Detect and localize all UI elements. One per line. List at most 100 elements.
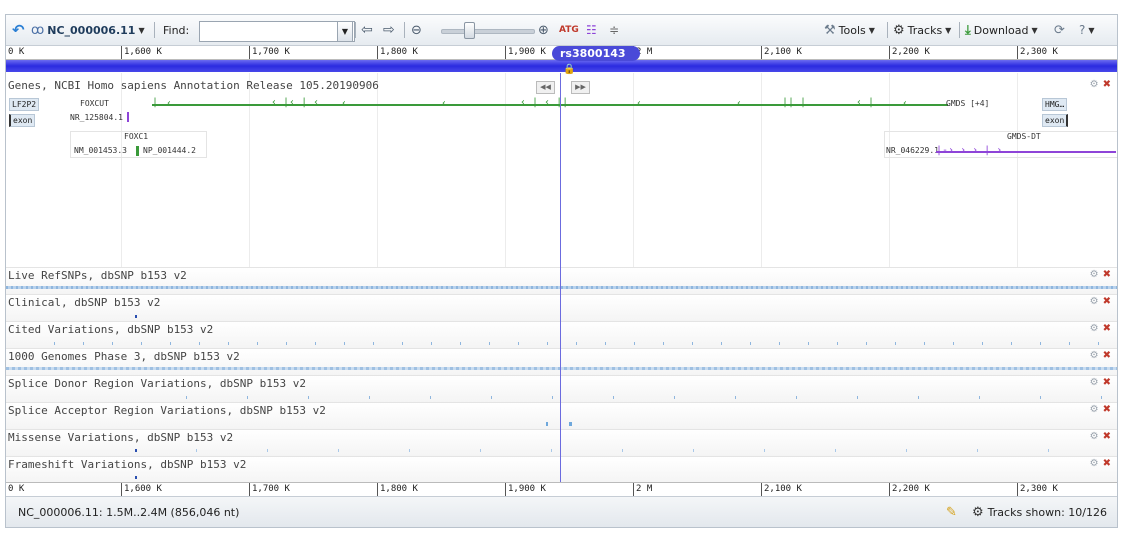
track-controls: ⚙ ✖ [1090,350,1111,361]
gear-icon[interactable]: ⚙ [1090,296,1099,307]
help-menu[interactable]: ? ▼ [1079,15,1095,45]
next-feature-button[interactable]: ▶▶ [571,81,590,94]
zoom-slider[interactable] [441,29,535,34]
snp-marker[interactable]: rs3800143 🔒 [552,46,640,75]
ruler-label: 2,100 K [761,46,802,59]
gear-icon[interactable]: ⚙ [1090,458,1099,469]
arrow-left-icon: ‹ [441,98,448,109]
variant-marks[interactable] [26,342,1106,345]
find-dropdown-button[interactable]: ▼ [337,21,353,42]
ruler-label: 2,100 K [761,483,802,496]
divider [959,22,960,38]
back-button[interactable]: ↶ [12,15,25,45]
zoom-in-button[interactable]: ⊕ [538,15,549,45]
ruler-label: 0 K [8,47,25,57]
ruler-label: 2,300 K [1017,46,1058,59]
exon-label[interactable]: exon [1042,114,1069,127]
edit-button[interactable]: ✎ [946,497,957,527]
gear-icon[interactable]: ⚙ [1090,350,1099,361]
close-icon[interactable]: ✖ [1103,458,1111,469]
exon-label[interactable]: exon [9,114,36,127]
download-icon: ⤓ [965,22,971,38]
track-controls: ⚙ ✖ [1090,269,1111,280]
arrow-right-icon: ⇨ [383,22,395,38]
ruler-label: 2 M [633,483,652,496]
tracks-shown-label: Tracks shown: 10/126 [987,505,1107,519]
ruler-label: 2,200 K [889,483,930,496]
zoom-in-icon: ⊕ [538,22,549,38]
gene-label-gmds-dt[interactable]: GMDS-DT [1007,132,1041,141]
gene-label-hmg[interactable]: HMG… [1042,98,1068,111]
gene-label-lf2p2[interactable]: LF2P2 [9,98,40,111]
snp-density-bar[interactable] [6,286,1117,289]
download-menu[interactable]: ⤓ Download ▼ [965,15,1038,45]
tools-menu[interactable]: ⚒ Tools ▼ [824,15,875,45]
track-controls: ⚙ ✖ [1090,296,1111,307]
close-icon[interactable]: ✖ [1103,404,1111,415]
transcript-label[interactable]: NR_125804.1 [70,113,123,122]
gear-icon[interactable]: ⚙ [1090,323,1099,334]
ruler-label: 2,200 K [889,46,930,59]
variant-mark[interactable] [546,422,548,426]
toolbar: ↶ ꝏ NC_000006.11 ▼ Find: ▼ ⇦ ⇨ ⊖ ⊕ ATG ☷… [6,15,1117,46]
close-icon[interactable]: ✖ [1103,79,1111,90]
arrow-left-icon: ‹ [736,98,743,109]
ruler-label: 1,900 K [505,483,546,496]
close-icon[interactable]: ✖ [1103,350,1111,361]
tracks-label: Tracks [907,23,943,37]
gene-feature-exon: || | [782,97,807,108]
genes-track-title: Genes, NCBI Homo sapiens Annotation Rele… [8,79,379,92]
gene-label-gmds[interactable]: GMDS [+4] [946,99,989,108]
track-controls: ⚙ ✖ [1090,458,1111,469]
genes-track-controls: ⚙ ✖ [1090,79,1111,90]
ruler-label: 1,600 K [121,46,162,59]
find-input[interactable] [199,21,355,42]
lock-icon: 🔒 [563,64,576,75]
sequence-selector[interactable]: ꝏ NC_000006.11 ▼ [31,15,145,45]
status-bar: NC_000006.11: 1.5M..2.4M (856,046 nt) ✎ … [6,496,1117,527]
variant-marks[interactable] [126,396,1106,399]
gear-icon[interactable]: ⚙ [1090,431,1099,442]
pan-right-button[interactable]: ⇨ [383,15,395,45]
collapse-button[interactable]: ≑ [609,15,619,45]
close-icon[interactable]: ✖ [1103,269,1111,280]
zoom-out-button[interactable]: ⊖ [411,15,422,45]
variant-mark[interactable] [135,476,137,479]
gear-icon[interactable]: ⚙ [1090,269,1099,280]
variant-mark[interactable] [135,315,137,318]
tools-icon: ⚒ [824,22,836,38]
transcript-feature[interactable] [127,112,129,122]
protein-label[interactable]: NP_001444.2 [143,146,196,155]
divider [887,22,888,38]
gear-icon[interactable]: ⚙ [1090,404,1099,415]
gene-label-foxcut[interactable]: FOXCUT [80,99,109,108]
download-label: Download [973,23,1029,37]
pan-left-button[interactable]: ⇦ [361,15,373,45]
variant-mark[interactable] [569,422,572,426]
sequence-view-button[interactable]: ATG [559,15,579,45]
gear-icon[interactable]: ⚙ [1090,377,1099,388]
arrow-left-icon: ‹ |‹ | ‹ [271,97,320,108]
snp-density-bar[interactable] [6,367,1117,370]
gear-icon[interactable]: ⚙ [1090,79,1099,90]
divider [404,22,405,38]
tracks-shown-button[interactable]: ⚙ Tracks shown: 10/126 [972,497,1107,527]
transcript-label[interactable]: NM_001453.3 [74,146,127,155]
close-icon[interactable]: ✖ [1103,431,1111,442]
zoom-slider-handle[interactable] [464,22,475,39]
refresh-button[interactable]: ⟳ [1054,15,1065,45]
previous-feature-button[interactable]: ◀◀ [536,81,555,94]
close-icon[interactable]: ✖ [1103,323,1111,334]
skip-forward-icon: ▶▶ [575,83,586,91]
transcript-feature[interactable] [136,146,139,156]
undo-icon: ↶ [12,21,25,39]
close-icon[interactable]: ✖ [1103,296,1111,307]
markers-button[interactable]: ☷ [586,15,597,45]
divider [154,22,155,38]
close-icon[interactable]: ✖ [1103,377,1111,388]
arrow-left-icon: ‹ [341,98,348,109]
gene-label-foxc1[interactable]: FOXC1 [124,132,148,141]
tracks-menu[interactable]: ⚙ Tracks ▼ [893,15,951,45]
variant-marks[interactable] [126,449,1106,452]
transcript-label[interactable]: NR_046229.1 [886,146,939,155]
